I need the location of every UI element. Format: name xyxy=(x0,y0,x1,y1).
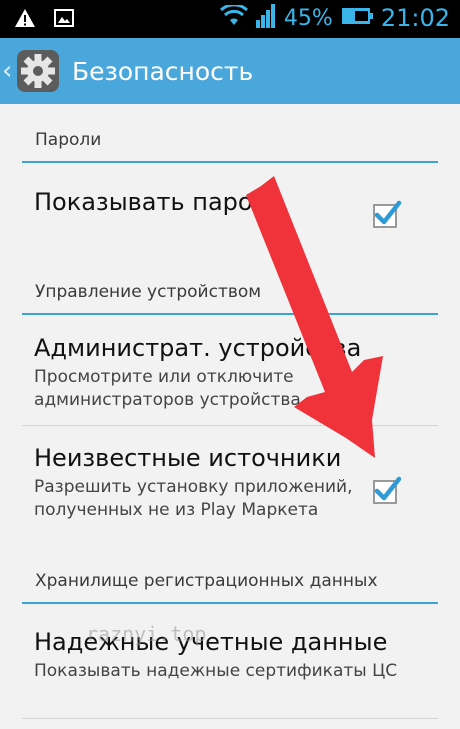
battery-icon xyxy=(341,6,373,30)
pref-title: Показывать пароли xyxy=(34,188,284,216)
category-passwords: Пароли xyxy=(22,130,438,163)
show-passwords-checkbox[interactable] xyxy=(373,200,402,228)
checkmark-icon xyxy=(374,476,402,501)
page-title: Безопасность xyxy=(72,56,254,86)
divider xyxy=(22,425,438,426)
category-credential-storage: Хранилище регистрационных данных xyxy=(22,571,438,604)
warning-icon xyxy=(14,8,36,32)
unknown-sources-checkbox[interactable] xyxy=(373,476,402,504)
settings-list: Пароли Показывать пароли Управление устр… xyxy=(0,104,460,729)
clock: 21:02 xyxy=(380,4,450,32)
divider xyxy=(22,718,438,719)
battery-percent: 45% xyxy=(283,5,333,31)
category-device-admin: Управление устройством xyxy=(22,282,438,315)
action-bar[interactable]: ‹ Безопасность xyxy=(0,38,460,104)
image-notification-icon xyxy=(54,9,74,31)
checkmark-icon xyxy=(374,200,402,225)
pref-title: Неизвестные источники xyxy=(34,444,342,472)
settings-gear-icon[interactable] xyxy=(16,49,60,93)
wifi-icon xyxy=(219,3,248,31)
pref-summary: Показывать надежные сертификаты ЦС xyxy=(34,661,398,681)
pref-summary: Разрешить установку приложений, полученн… xyxy=(34,477,353,520)
status-bar: 45% 21:02 xyxy=(0,0,460,38)
signal-icon xyxy=(255,4,276,32)
back-caret-icon[interactable]: ‹ xyxy=(2,56,14,86)
pref-summary: Просмотрите или отключите администраторо… xyxy=(34,367,301,410)
pref-title: Администрат. устройства xyxy=(34,334,362,362)
watermark: raznyi.top xyxy=(86,622,207,646)
